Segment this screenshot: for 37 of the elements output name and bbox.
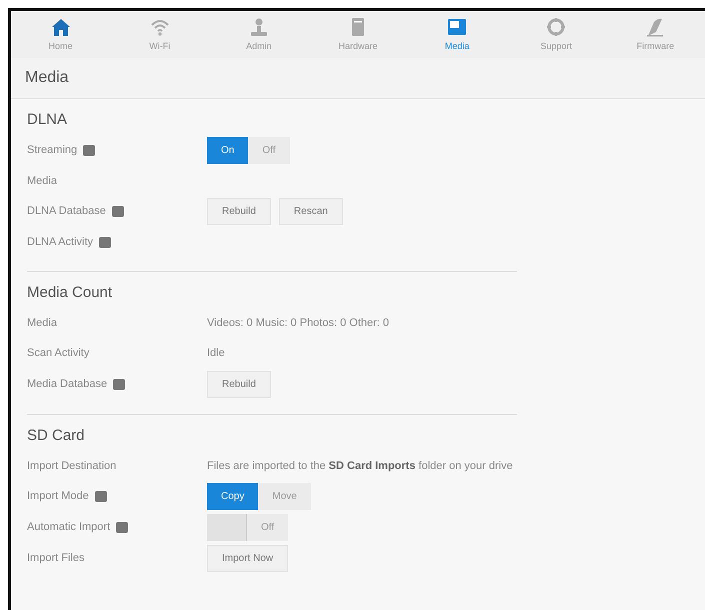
nav-tab[interactable]: Media [417,15,498,54]
nav-tab[interactable]: Home [20,15,101,54]
field-label: Import Destination [27,458,116,474]
field-label: Streaming [27,143,78,158]
field-value: Files are imported to the SD Card Imports folder on your drive [207,458,513,474]
nav-tab[interactable]: Hardware [318,15,398,54]
action-button[interactable]: Rebuild [207,370,271,398]
toggle-option[interactable]: Copy [207,483,258,510]
field-label: DLNA Activity [27,234,94,250]
toggle-option[interactable]: Move [258,483,311,510]
nav-tab[interactable]: Support [516,15,596,54]
toggle-option[interactable]: Off [248,137,290,164]
section-title: Media Count [27,283,114,303]
nav-tab[interactable]: Firmware [615,15,696,54]
field-label: Import Mode [27,489,89,504]
section-title: DLNA [27,110,68,130]
field-label: DLNA Database [27,204,106,220]
field-label: Import Files [27,551,84,566]
field-value: Idle [207,346,225,362]
field-label: Media Database [27,376,108,392]
field-label: Automatic Import [27,520,110,536]
picture-icon [446,16,468,38]
home-icon [50,16,72,38]
section-title: SD Card [27,426,86,446]
page-title: Media [11,58,705,98]
toggle-option[interactable]: On [207,137,248,164]
lifebuoy-icon [545,16,568,38]
action-button[interactable]: Rebuild [207,198,271,225]
nav-tab[interactable]: Wi-Fi [120,15,200,54]
field-label: Media [27,316,57,332]
field-label: Media [27,174,57,189]
field-label: Scan Activity [27,346,90,362]
toggle-switch[interactable]: Off [207,514,288,541]
field-value: Videos: 0 Music: 0 Photos: 0 Other: 0 [207,316,390,332]
action-button[interactable]: Rescan [278,198,343,225]
nav-tab[interactable]: Admin [218,15,299,54]
action-button[interactable]: Import Now [207,545,288,572]
